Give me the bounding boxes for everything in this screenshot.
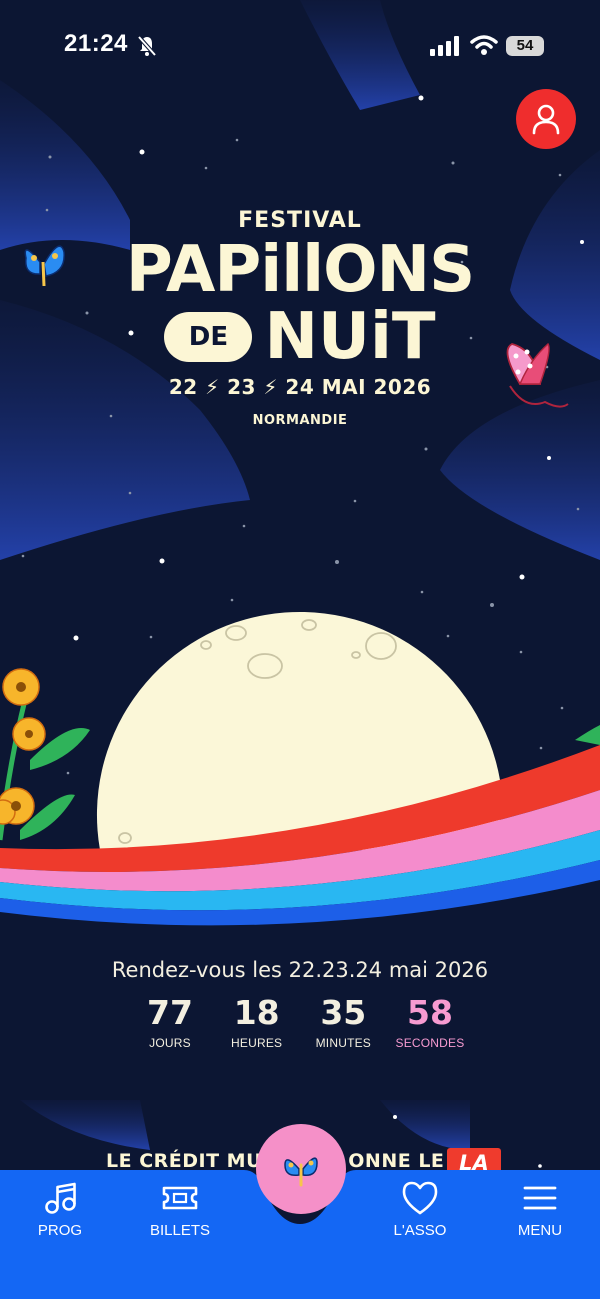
promo-text-end: ONNE LE (348, 1150, 445, 1172)
user-icon (532, 104, 560, 135)
battery-icon: 54 (506, 36, 544, 56)
festival-region: NORMANDIE (252, 413, 348, 428)
bell-muted-icon (137, 35, 157, 57)
countdown-hours-label: HEURES (231, 1036, 283, 1050)
countdown-minutes-label: MINUTES (315, 1036, 372, 1050)
countdown-intro: Rendez-vous les 22.23.24 mai 2026 (111, 958, 489, 982)
hamburger-menu-icon (523, 1186, 557, 1210)
nav-menu[interactable]: MENU (495, 1180, 585, 1239)
night-sky-illustration (0, 0, 600, 1299)
nav-billets[interactable]: BILLETS (135, 1180, 225, 1239)
countdown-hours-value: 18 (233, 993, 280, 1032)
countdown-days: 77 JOURS (128, 993, 212, 1051)
promo-text-start: LE CRÉDIT MU (106, 1150, 263, 1172)
nav-prog-label: PROG (37, 1222, 83, 1239)
countdown-days-label: JOURS (149, 1036, 191, 1050)
status-bar: 21:24 54 (0, 0, 600, 90)
app-screen: 21:24 54 FESTIVAL PAPillONS DE NUiT 22 ⚡… (0, 0, 600, 1299)
nav-menu-label: MENU (517, 1222, 563, 1239)
nav-prog[interactable]: PROG (15, 1180, 105, 1239)
status-time: 21:24 (64, 30, 128, 57)
festival-dates: 22 ⚡ 23 ⚡ 24 MAI 2026 (168, 375, 432, 399)
logo-title-papillons: PAPillONS (125, 233, 475, 307)
nav-asso-label: L'ASSO (393, 1222, 447, 1239)
countdown-seconds: 58 SECONDES (388, 993, 472, 1051)
countdown-seconds-value: 58 (407, 993, 453, 1032)
logo-title-nuit: NUiT (264, 300, 436, 374)
nav-asso[interactable]: L'ASSO (375, 1180, 465, 1239)
festival-logo: FESTIVAL PAPillONS DE NUiT 22 ⚡ 23 ⚡ 24 … (0, 208, 600, 428)
countdown-days-value: 77 (147, 993, 193, 1032)
countdown-minutes: 35 MINUTES (301, 993, 385, 1051)
signal-icon (430, 36, 459, 56)
countdown-hours: 18 HEURES (215, 993, 299, 1051)
profile-button[interactable] (516, 89, 576, 149)
wifi-icon (470, 35, 498, 55)
ticket-icon (162, 1186, 198, 1210)
nav-center-button[interactable] (256, 1124, 346, 1214)
logo-festival-label: FESTIVAL (238, 208, 362, 233)
logo-de-pill: DE (164, 312, 253, 362)
heart-icon (402, 1181, 438, 1215)
countdown-timer: 77 JOURS 18 HEURES 35 MINUTES 58 SECONDE… (128, 993, 472, 1051)
nav-billets-label: BILLETS (149, 1222, 211, 1239)
countdown-minutes-value: 35 (320, 993, 367, 1032)
logo-title-row: DE NUiT (0, 301, 600, 373)
countdown-seconds-label: SECONDES (395, 1036, 465, 1050)
butterfly-icon (284, 1157, 318, 1187)
music-note-icon (45, 1182, 76, 1214)
